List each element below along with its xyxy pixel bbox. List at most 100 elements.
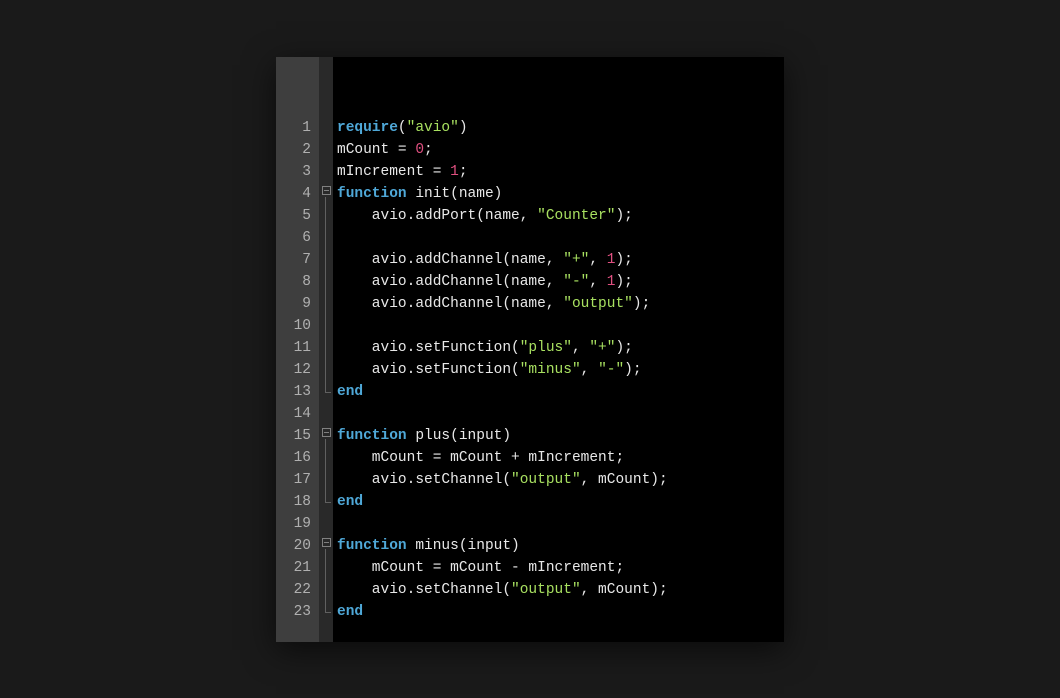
- fold-marker[interactable]: [319, 359, 333, 381]
- token-ident: mCount =: [337, 142, 415, 158]
- token-ident: init(name): [407, 186, 503, 202]
- token-ident: mIncrement =: [337, 164, 450, 180]
- token-keyword: end: [337, 604, 363, 620]
- token-keyword: function: [337, 538, 407, 554]
- token-string: "-": [563, 274, 589, 290]
- line-number: 2: [276, 139, 311, 161]
- fold-margin[interactable]: [319, 57, 333, 642]
- fold-marker[interactable]: [319, 315, 333, 337]
- code-line[interactable]: mCount = mCount - mIncrement;: [337, 557, 774, 579]
- token-string: "Counter": [537, 208, 615, 224]
- token-ident: mCount = mCount - mIncrement;: [337, 560, 624, 576]
- fold-marker[interactable]: [319, 579, 333, 601]
- token-punct: );: [633, 296, 650, 312]
- code-line[interactable]: mCount = mCount + mIncrement;: [337, 447, 774, 469]
- line-number: 4: [276, 183, 311, 205]
- code-line[interactable]: [337, 403, 774, 425]
- code-editor[interactable]: 1234567891011121314151617181920212223 re…: [276, 57, 784, 642]
- fold-marker[interactable]: [319, 161, 333, 183]
- fold-marker[interactable]: [319, 117, 333, 139]
- line-number: 1: [276, 117, 311, 139]
- line-number: 3: [276, 161, 311, 183]
- code-line[interactable]: end: [337, 601, 774, 623]
- token-string: "plus": [520, 340, 572, 356]
- token-ident: minus(input): [407, 538, 520, 554]
- token-number: 0: [415, 142, 424, 158]
- token-ident: avio.addPort(name,: [337, 208, 537, 224]
- token-punct: );: [615, 340, 632, 356]
- code-line[interactable]: avio.setChannel("output", mCount);: [337, 469, 774, 491]
- line-number: 7: [276, 249, 311, 271]
- fold-collapse-icon[interactable]: [322, 538, 331, 547]
- code-line[interactable]: mCount = 0;: [337, 139, 774, 161]
- token-punct: ;: [424, 142, 433, 158]
- code-line[interactable]: [337, 227, 774, 249]
- code-line[interactable]: function init(name): [337, 183, 774, 205]
- code-line[interactable]: avio.addChannel(name, "output");: [337, 293, 774, 315]
- token-string: "output": [511, 582, 581, 598]
- code-line[interactable]: avio.setFunction("minus", "-");: [337, 359, 774, 381]
- fold-marker[interactable]: [319, 469, 333, 491]
- token-ident: avio.addChannel(name,: [337, 252, 563, 268]
- fold-marker[interactable]: [319, 491, 333, 513]
- token-ident: avio.setChannel(: [337, 582, 511, 598]
- code-line[interactable]: function plus(input): [337, 425, 774, 447]
- code-line[interactable]: avio.addChannel(name, "-", 1);: [337, 271, 774, 293]
- token-punct: ,: [581, 362, 598, 378]
- fold-marker[interactable]: [319, 381, 333, 403]
- line-number: 17: [276, 469, 311, 491]
- token-keyword: function: [337, 428, 407, 444]
- line-number: 18: [276, 491, 311, 513]
- fold-marker[interactable]: [319, 513, 333, 535]
- fold-marker[interactable]: [319, 403, 333, 425]
- token-ident: avio.setFunction(: [337, 362, 520, 378]
- token-punct: ;: [459, 164, 468, 180]
- token-punct: , mCount);: [581, 472, 668, 488]
- code-line[interactable]: avio.setChannel("output", mCount);: [337, 579, 774, 601]
- line-number: 8: [276, 271, 311, 293]
- code-area[interactable]: require("avio")mCount = 0;mIncrement = 1…: [333, 57, 784, 642]
- token-ident: avio.setChannel(: [337, 472, 511, 488]
- fold-collapse-icon[interactable]: [322, 428, 331, 437]
- fold-marker[interactable]: [319, 557, 333, 579]
- fold-marker[interactable]: [319, 447, 333, 469]
- fold-marker[interactable]: [319, 601, 333, 623]
- fold-marker[interactable]: [319, 139, 333, 161]
- code-line[interactable]: avio.addChannel(name, "+", 1);: [337, 249, 774, 271]
- code-line[interactable]: end: [337, 381, 774, 403]
- code-line[interactable]: require("avio"): [337, 117, 774, 139]
- fold-marker[interactable]: [319, 293, 333, 315]
- fold-marker[interactable]: [319, 271, 333, 293]
- fold-marker[interactable]: [319, 425, 333, 447]
- token-string: "avio": [407, 120, 459, 136]
- fold-marker[interactable]: [319, 205, 333, 227]
- code-line[interactable]: function minus(input): [337, 535, 774, 557]
- line-number: 22: [276, 579, 311, 601]
- token-string: "minus": [520, 362, 581, 378]
- line-number: 5: [276, 205, 311, 227]
- token-punct: ,: [589, 274, 606, 290]
- code-line[interactable]: avio.addPort(name, "Counter");: [337, 205, 774, 227]
- token-keyword: require: [337, 120, 398, 136]
- line-number-gutter: 1234567891011121314151617181920212223: [276, 57, 319, 642]
- fold-marker[interactable]: [319, 183, 333, 205]
- code-line[interactable]: end: [337, 491, 774, 513]
- code-line[interactable]: [337, 315, 774, 337]
- token-ident: mCount = mCount + mIncrement;: [337, 450, 624, 466]
- token-string: "+": [589, 340, 615, 356]
- fold-marker[interactable]: [319, 535, 333, 557]
- line-number: 6: [276, 227, 311, 249]
- fold-collapse-icon[interactable]: [322, 186, 331, 195]
- token-string: "output": [511, 472, 581, 488]
- token-ident: avio.addChannel(name,: [337, 274, 563, 290]
- code-line[interactable]: avio.setFunction("plus", "+");: [337, 337, 774, 359]
- fold-marker[interactable]: [319, 249, 333, 271]
- code-line[interactable]: [337, 513, 774, 535]
- token-punct: );: [615, 252, 632, 268]
- fold-marker[interactable]: [319, 227, 333, 249]
- line-number: 19: [276, 513, 311, 535]
- token-keyword: end: [337, 494, 363, 510]
- token-ident: avio.addChannel(name,: [337, 296, 563, 312]
- fold-marker[interactable]: [319, 337, 333, 359]
- code-line[interactable]: mIncrement = 1;: [337, 161, 774, 183]
